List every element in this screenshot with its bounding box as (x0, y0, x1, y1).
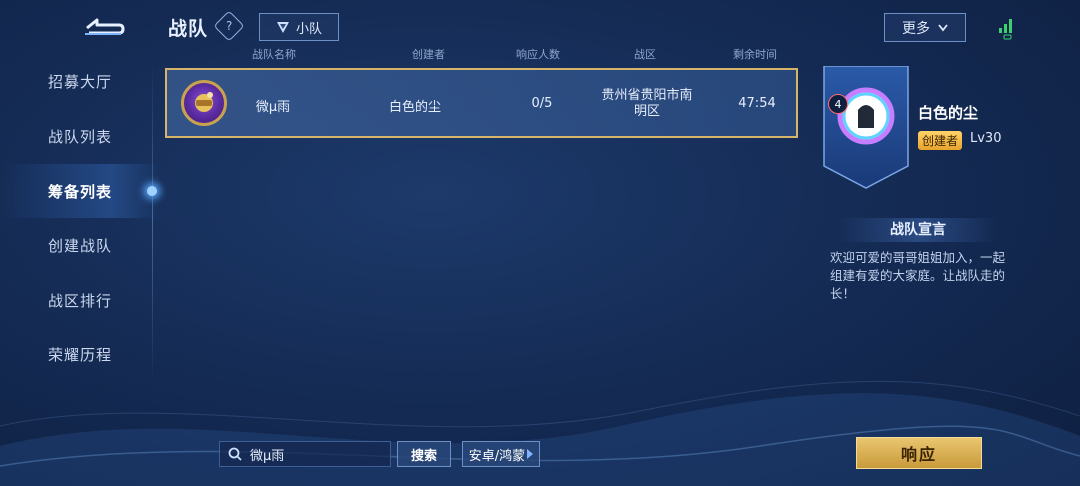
search-icon (228, 447, 242, 461)
sidebar-item-recruit-hall[interactable]: 招募大厅 (0, 54, 160, 108)
creator-badge: 创建者 (918, 131, 963, 150)
help-icon[interactable]: ? (213, 10, 245, 42)
team-emblem-icon (195, 92, 213, 112)
sidebar-divider (152, 62, 153, 382)
squad-emblem-icon (276, 22, 289, 33)
team-response-count: 0/5 (531, 96, 553, 111)
sidebar-item-region-ranking[interactable]: 战区排行 (0, 273, 160, 327)
leader-level: Lv30 (970, 131, 1002, 146)
column-header-creator: 创建者 (412, 48, 445, 61)
team-region: 贵州省贵阳市南明区 (601, 88, 693, 119)
declaration-text: 欢迎可爱的哥哥姐姐加入，一起组建有爱的大家庭。让战队走的长！ (830, 250, 1006, 301)
team-creator: 白色的尘 (388, 100, 441, 115)
sidebar-item-preparation-list[interactable]: 筹备列表 (0, 164, 160, 218)
chevron-down-icon (938, 23, 948, 31)
back-button[interactable] (78, 10, 130, 42)
squad-button[interactable]: 小队 (259, 13, 339, 41)
active-indicator-dot (147, 186, 157, 196)
team-name: 微μ雨 (255, 100, 291, 115)
network-signal-icon (999, 19, 1012, 40)
leader-name: 白色的尘 (918, 104, 979, 122)
more-dropdown-label: 更多 (902, 20, 930, 37)
rank-badge: 4 (828, 94, 848, 114)
column-header-time-left: 剩余时间 (733, 48, 777, 61)
leader-banner (823, 66, 909, 189)
help-icon-glyph: ? (225, 19, 233, 33)
sidebar-item-create-team[interactable]: 创建战队 (0, 218, 160, 272)
platform-select-button[interactable]: 安卓/鸿蒙 (462, 441, 540, 467)
search-input[interactable] (248, 445, 382, 463)
column-header-region: 战区 (634, 48, 656, 61)
platform-select-label: 安卓/鸿蒙 (468, 448, 526, 464)
table-row[interactable]: 微μ雨 白色的尘 0/5 贵州省贵阳市南明区 47:54 (165, 68, 798, 138)
squad-button-label: 小队 (295, 21, 322, 37)
respond-button[interactable]: 响应 (856, 437, 982, 469)
caret-right-icon (527, 449, 534, 459)
more-dropdown[interactable]: 更多 (884, 13, 966, 42)
sidebar-item-glory-history[interactable]: 荣耀历程 (0, 327, 160, 381)
sidebar: 招募大厅 战队列表 筹备列表 创建战队 战区排行 荣耀历程 (0, 54, 160, 384)
page-title: 战队 (168, 18, 209, 40)
declaration-title: 战队宣言 (838, 218, 998, 242)
team-avatar (181, 80, 227, 126)
back-arrow-icon (85, 18, 125, 35)
search-button[interactable]: 搜索 (397, 441, 451, 467)
team-time-left: 47:54 (738, 96, 776, 111)
column-header-response-count: 响应人数 (516, 48, 560, 61)
column-header-team-name: 战队名称 (252, 48, 296, 61)
search-box[interactable] (219, 441, 391, 467)
sidebar-item-team-list[interactable]: 战队列表 (0, 109, 160, 163)
